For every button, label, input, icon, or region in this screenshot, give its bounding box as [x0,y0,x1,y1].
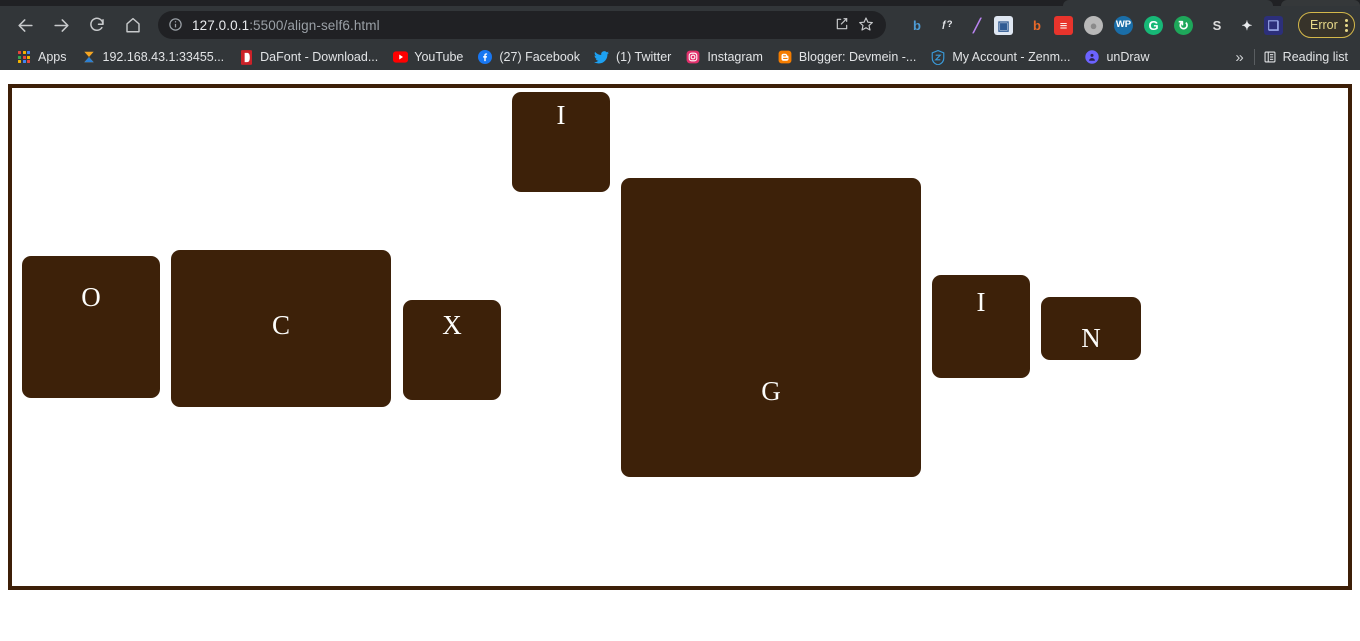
three-dot-vertical-icon[interactable] [1344,17,1348,33]
reading-list-button[interactable]: Reading list [1255,50,1360,64]
bookmark-label: My Account - Zenm... [952,49,1071,64]
browser-toolbar: 127.0.0.1:5500/align-self6.html b ƒ? ╱ ▣ b ≡ ●… [0,6,1360,44]
xampp-icon [81,49,97,65]
back-button[interactable] [10,10,40,40]
bookmark-youtube[interactable]: YouTube [386,46,469,68]
star-icon[interactable] [858,16,876,34]
orange-b-icon: b [1033,17,1041,33]
home-button[interactable] [118,10,148,40]
page-viewport: O C X I G I N [0,70,1360,641]
flex-item-c-1: C [171,250,391,407]
grey-circle-icon: ● [1089,17,1098,33]
bookmarks-bar: Apps 192.168.43.1:33455... DaFont - Downlo… [0,44,1360,70]
puzzle-extensions-icon[interactable]: ✦ [1234,12,1260,38]
feather-pen-icon: ╱ [973,17,981,33]
devtools-icon: ❑ [1267,17,1280,33]
flex-item-letter: G [761,376,781,406]
facebook-icon [477,49,493,65]
dafont-icon [238,49,254,65]
bookmark-label: 192.168.43.1:33455... [102,49,225,64]
screenshot-extension[interactable]: ▣ [994,15,1013,35]
bookmark-instagram[interactable]: Instagram [679,46,769,68]
flex-item-x-2: X [403,300,501,400]
sync-extension[interactable]: ↻ [1174,15,1193,35]
bookmark-label: Instagram [707,49,763,64]
screenshot-icon: ▣ [997,17,1010,33]
forward-button[interactable] [46,10,76,40]
font-finder-icon: ƒ? [941,19,953,31]
bitwarden-icon: b [913,17,921,33]
stylus-extension[interactable]: ≡ [1054,15,1073,35]
bookmark-twitter[interactable]: (1) Twitter [588,46,677,68]
sync-icon: ↻ [1178,17,1189,33]
flex-item-letter: N [1081,323,1101,353]
wordpress-icon: WP [1115,19,1132,31]
reading-list-label: Reading list [1282,50,1348,64]
flex-item-i-5: I [932,275,1030,378]
error-badge[interactable]: Error [1298,12,1355,38]
bookmark-zenmate[interactable]: My Account - Zenm... [924,46,1076,68]
grammarly-icon: G [1148,17,1159,33]
undraw-icon [1084,49,1100,65]
browser-chrome: 127.0.0.1:5500/align-self6.html b ƒ? ╱ ▣ b ≡ ●… [0,0,1360,70]
bookmark-label: (1) Twitter [615,49,672,64]
share-icon[interactable] [834,16,852,34]
flex-item-letter: X [442,310,462,340]
bookmarks-overflow-button[interactable]: » [1225,49,1253,66]
bookmark-label: DaFont - Download... [260,49,379,64]
wordpress-extension[interactable]: WP [1114,15,1133,35]
url-text: 127.0.0.1:5500/align-self6.html [192,18,828,33]
bookmark-blogger[interactable]: Blogger: Devmein -... [771,46,922,68]
twitter-icon [594,49,610,65]
blogger-icon [777,49,793,65]
grey-circle-extension[interactable]: ● [1084,15,1103,35]
devtools-extension[interactable]: ❑ [1264,15,1283,35]
reload-button[interactable] [82,10,112,40]
error-badge-label: Error [1310,18,1338,32]
bookmark-label: Blogger: Devmein -... [798,49,917,64]
sass-icon: S [1212,17,1222,33]
bookmark-label: (27) Facebook [499,49,580,64]
reload-icon [90,17,104,32]
instagram-icon [685,49,701,65]
feather-pen-extension[interactable]: ╱ [964,12,990,38]
bookmark-local-ip[interactable]: 192.168.43.1:33455... [75,46,231,68]
flex-item-letter: I [556,100,566,130]
youtube-icon [392,49,408,65]
apps-grid-icon [16,49,32,65]
flex-item-letter: C [271,310,290,340]
puzzles-icon-icon: ✦ [1241,17,1253,33]
stylus-icon: ≡ [1059,17,1068,33]
sass-extension[interactable]: S [1204,12,1230,38]
grammarly-extension[interactable]: G [1144,15,1163,35]
zenmate-shield-icon [930,49,946,65]
flex-container: O C X I G I N [8,84,1352,590]
home-icon [126,17,140,33]
bitwarden-extension[interactable]: b [904,12,930,38]
url-path: :5500/align-self6.html [249,17,380,33]
flex-item-letter: O [81,282,101,312]
bookmark-undraw[interactable]: unDraw [1078,46,1155,68]
reading-list-icon [1263,50,1277,64]
flex-item-n-6: N [1041,297,1141,360]
flex-item-i-3: I [512,92,610,192]
bookmark-label: unDraw [1106,49,1150,64]
flex-item-g-4: G [621,178,921,477]
info-circle-icon [168,17,184,33]
bookmark-label: Apps [38,49,67,64]
bookmark-facebook[interactable]: (27) Facebook [471,46,586,68]
arrow-left-icon [17,18,33,32]
flex-item-letter: I [976,287,986,317]
address-bar[interactable]: 127.0.0.1:5500/align-self6.html [158,11,886,39]
font-finder-extension[interactable]: ƒ? [934,12,960,38]
flex-item-o-0: O [22,256,160,398]
bookmark-label: YouTube [414,49,464,64]
apps-shortcut[interactable]: Apps [10,46,73,68]
arrow-right-icon [53,18,69,32]
bookmark-dafont[interactable]: DaFont - Download... [232,46,384,68]
url-host: 127.0.0.1 [192,17,250,33]
orange-b-extension[interactable]: b [1024,12,1050,38]
extensions-area: b ƒ? ╱ ▣ b ≡ ● WP G ↻ S ✦ ❑ [894,12,1290,38]
